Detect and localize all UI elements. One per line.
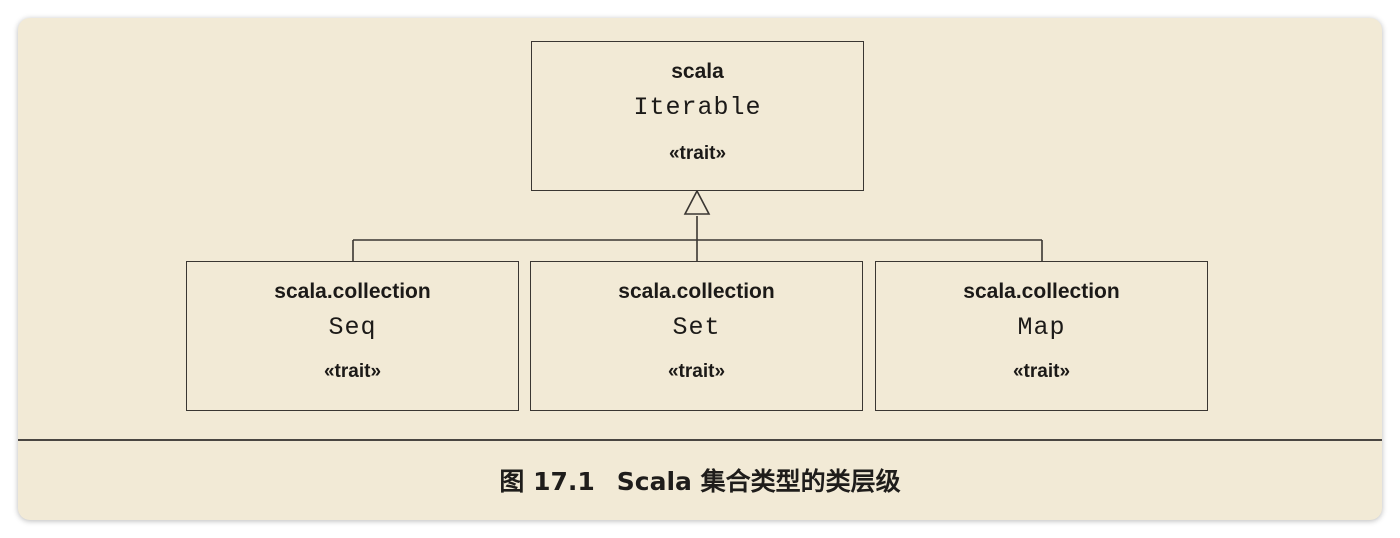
set-node: scala.collection Set «trait» bbox=[530, 261, 863, 411]
figure-caption: 图 17.1 Scala 集合类型的类层级 bbox=[18, 462, 1382, 498]
map-stereotype: «trait» bbox=[1012, 361, 1071, 382]
map-node: scala.collection Map «trait» bbox=[875, 261, 1208, 411]
figure-number: 图 17.1 bbox=[499, 467, 595, 496]
seq-class-name: Seq bbox=[328, 313, 377, 342]
iterable-stereotype: «trait» bbox=[668, 143, 727, 164]
iterable-class-name: Iterable bbox=[633, 93, 762, 122]
set-package-label: scala.collection bbox=[618, 280, 775, 303]
caption-divider bbox=[18, 439, 1382, 441]
figure-caption-text: Scala 集合类型的类层级 bbox=[616, 467, 901, 496]
set-stereotype: «trait» bbox=[667, 361, 726, 382]
seq-stereotype: «trait» bbox=[323, 361, 382, 382]
map-class-name: Map bbox=[1017, 313, 1066, 342]
iterable-package-label: scala bbox=[671, 60, 724, 83]
map-package-label: scala.collection bbox=[963, 280, 1120, 303]
figure-card: scala Iterable «trait» scala.collection … bbox=[18, 18, 1382, 520]
seq-package-label: scala.collection bbox=[274, 280, 431, 303]
set-class-name: Set bbox=[672, 313, 721, 342]
inheritance-arrow-icon bbox=[683, 189, 711, 215]
iterable-node: scala Iterable «trait» bbox=[531, 41, 864, 191]
seq-node: scala.collection Seq «trait» bbox=[186, 261, 519, 411]
